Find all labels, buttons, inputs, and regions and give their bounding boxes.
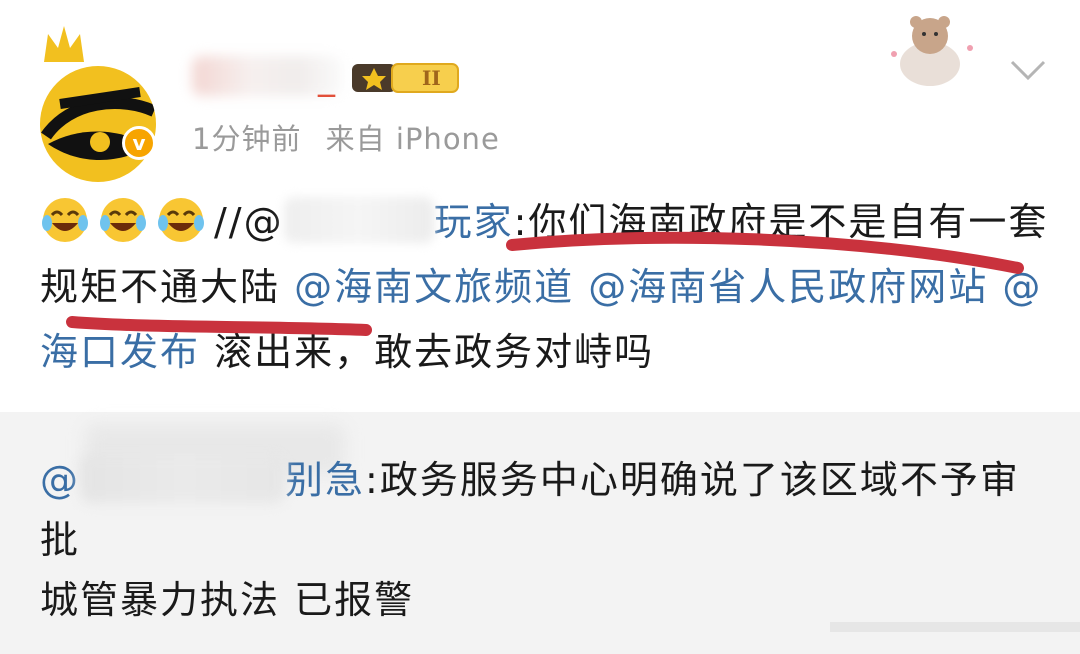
repost-content: @ 别急:政务服务中心明确说了该区域不予审批 城管暴力执法 已报警 xyxy=(40,450,1050,630)
repost-prefix: //@ xyxy=(214,200,284,244)
laugh-cry-emoji-icon xyxy=(42,198,88,242)
mention-link[interactable]: @海南省人民政府网站 xyxy=(588,265,988,309)
post-time: 1分钟前 xyxy=(192,122,302,156)
laugh-cry-emoji-icon xyxy=(158,198,204,242)
repost-at[interactable]: @ xyxy=(40,458,80,502)
post-content: //@ 玩家:你们海南政府是不是自有一套规矩不通大陆 @海南文旅频道 @海南省人民… xyxy=(40,190,1050,385)
mention-link[interactable]: @海南文旅频道 xyxy=(294,265,574,309)
post-tail-text: 滚出来，敢去政务对峙吗 xyxy=(200,330,655,374)
repost-text-line2: 城管暴力执法 已报警 xyxy=(40,578,415,622)
mention-suffix[interactable]: 玩家 xyxy=(434,200,514,244)
teddy-bear-sticker-icon xyxy=(891,16,973,86)
repost-username-blurred[interactable] xyxy=(80,455,285,503)
chevron-down-icon[interactable] xyxy=(1008,58,1048,84)
quoted-repost[interactable]: @ 别急:政务服务中心明确说了该区域不予审批 城管暴力执法 已报警 xyxy=(0,412,1080,654)
vip-level-badge-icon[interactable]: II xyxy=(352,60,460,96)
level-badge-label: II xyxy=(422,66,441,90)
mention-blurred[interactable] xyxy=(283,197,434,243)
post-source[interactable]: 来自 iPhone xyxy=(326,122,500,156)
eye-illustration xyxy=(41,87,156,160)
repost-name-suffix[interactable]: 别急 xyxy=(285,458,365,502)
avatar xyxy=(40,66,156,182)
verified-badge-icon: v xyxy=(122,126,156,160)
post-meta: 1分钟前 来自 iPhone xyxy=(192,116,500,158)
username-tail: _ xyxy=(318,58,335,98)
laugh-cry-emoji-icon xyxy=(100,198,146,242)
weibo-post: v _ II 1分钟前 来自 iPhone //@ 玩家:你们海南政府是不是自有一… xyxy=(0,0,1080,412)
crown-icon xyxy=(44,26,84,62)
user-avatar[interactable]: v xyxy=(38,22,168,182)
watermark-icon xyxy=(830,622,1080,632)
